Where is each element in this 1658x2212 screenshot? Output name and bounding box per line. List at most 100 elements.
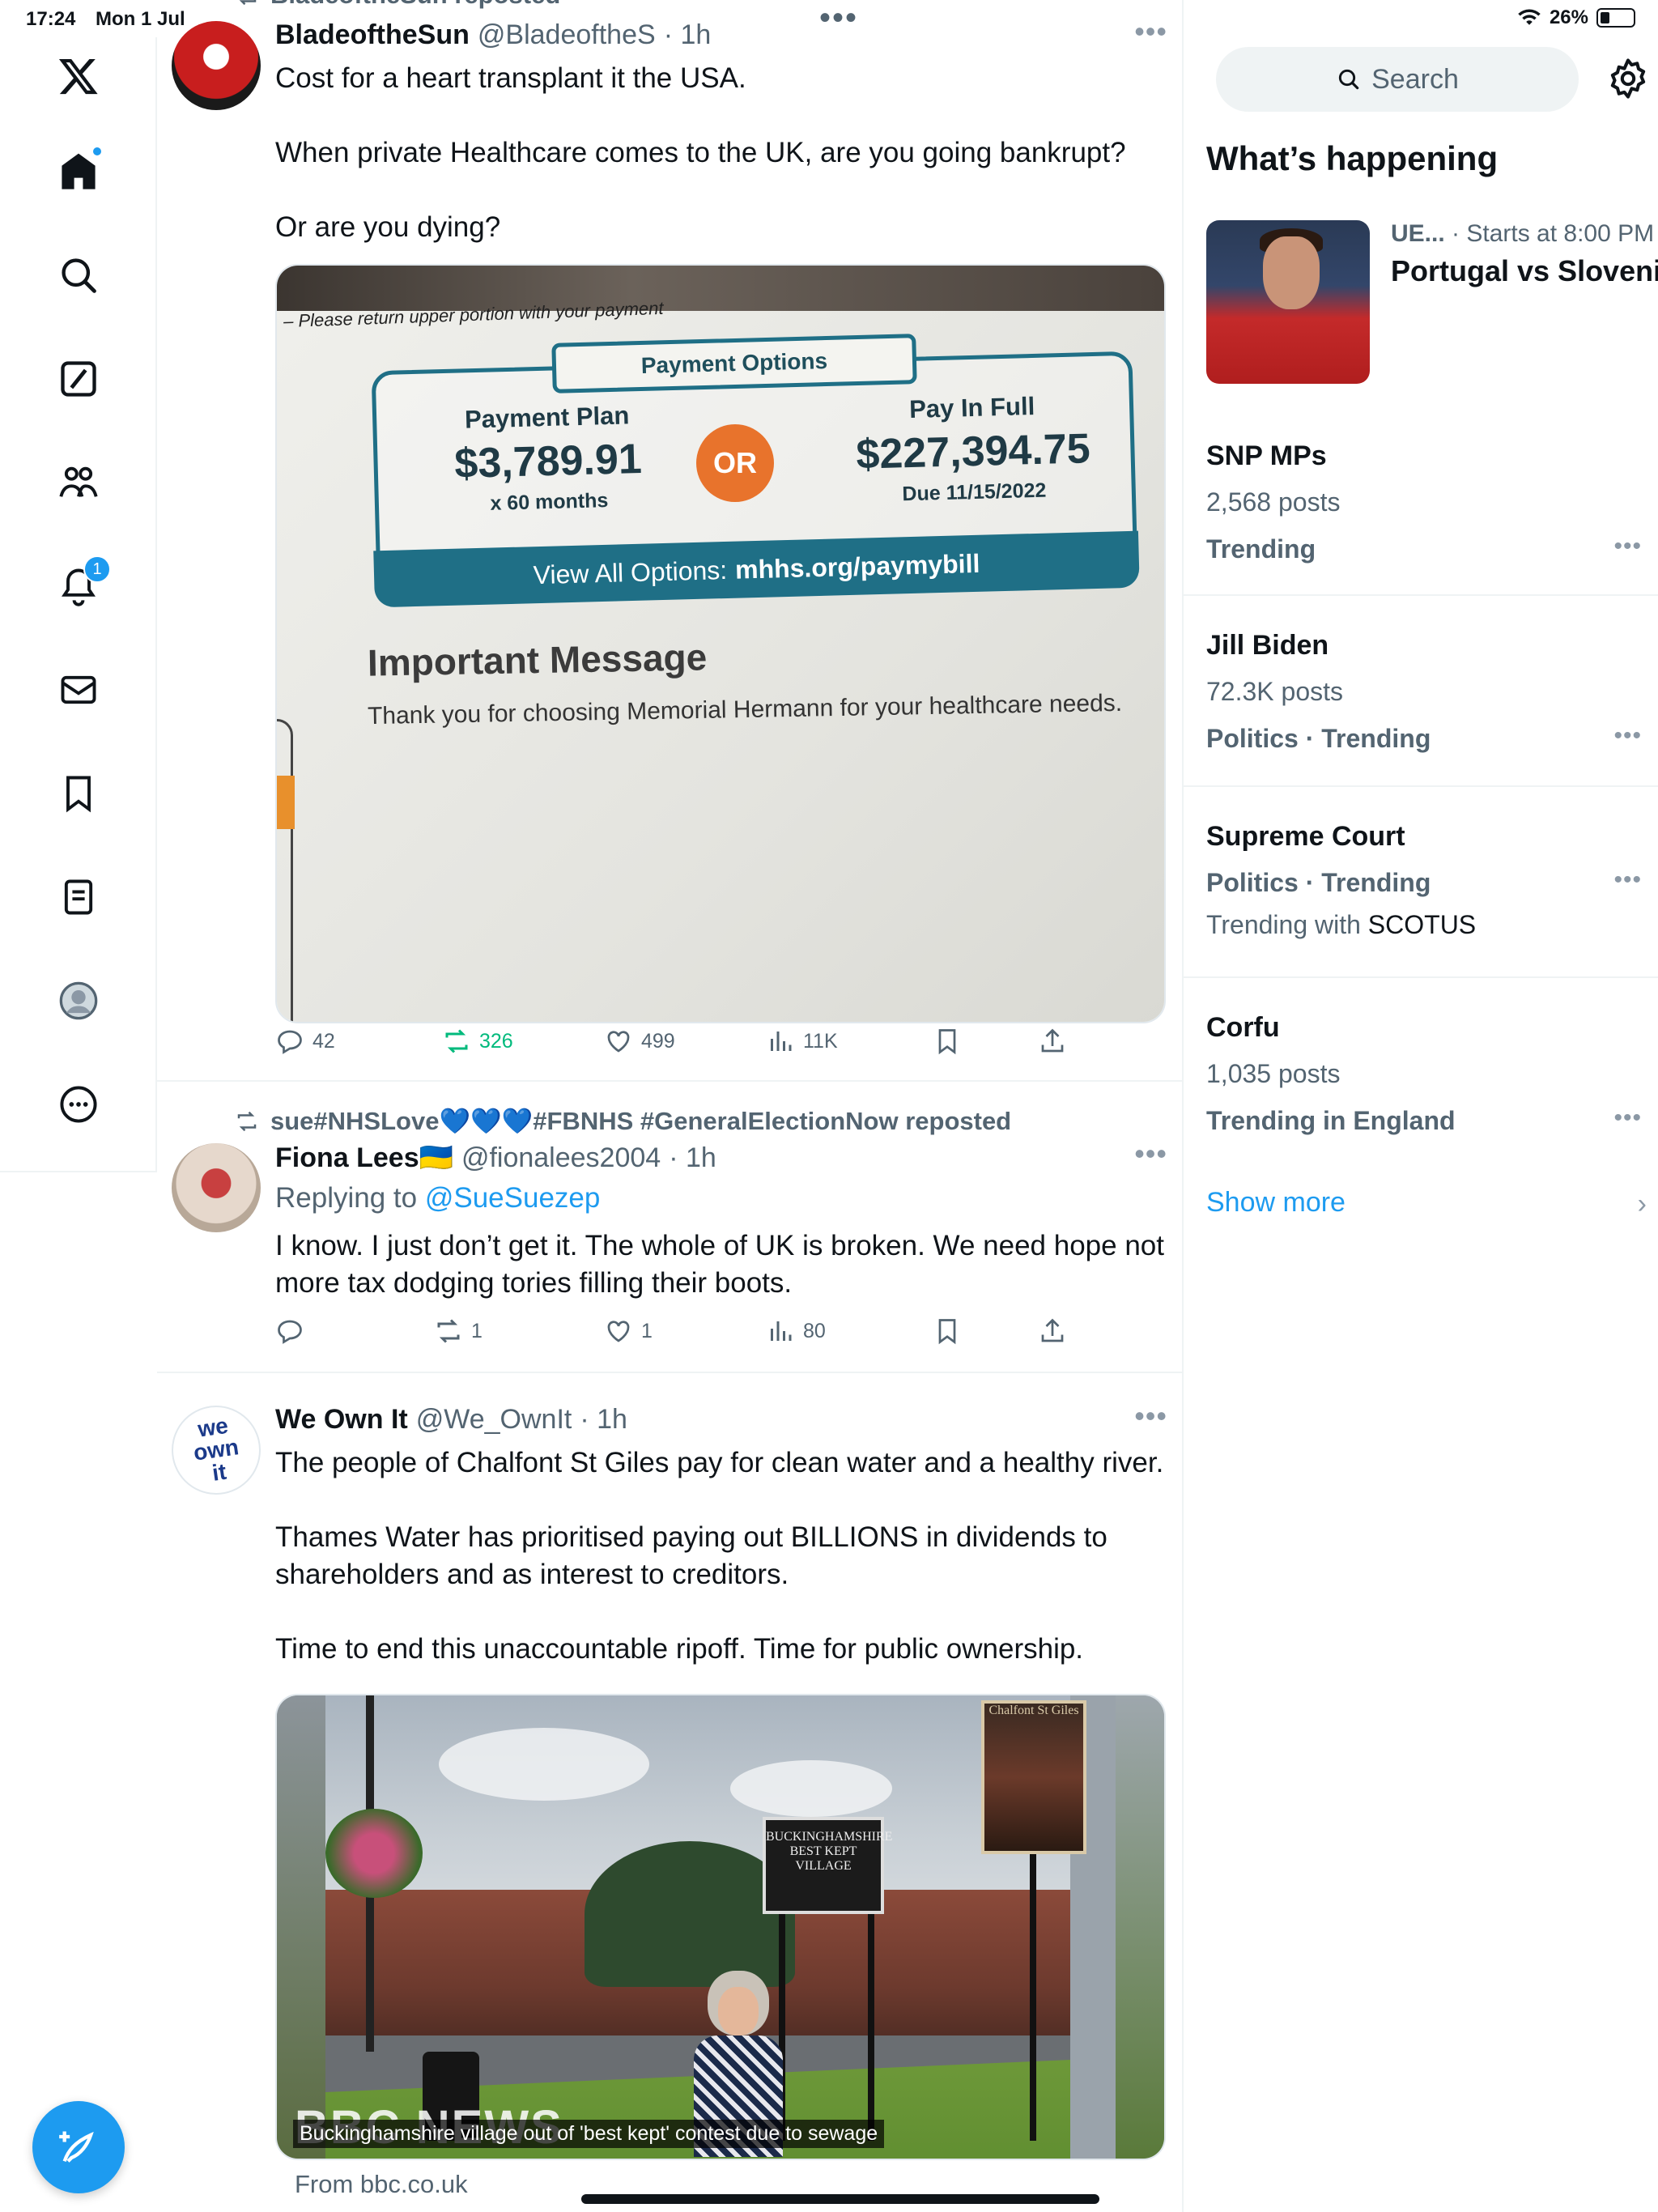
post-time: · 1h <box>580 1404 627 1435</box>
grok-nav-item[interactable] <box>46 347 111 411</box>
share-button[interactable] <box>1038 1027 1067 1056</box>
timeline: BladeoftheSun reposted BladeoftheSun @Bl… <box>157 0 1184 2212</box>
share-button[interactable] <box>1038 1317 1067 1346</box>
link-card-image[interactable]: BUCKINGHAMSHIRE BEST KEPT VILLAGE Chalfo… <box>275 1694 1166 2160</box>
replying-to: Replying to @SueSuezep <box>275 1182 600 1214</box>
village-sign: BUCKINGHAMSHIRE BEST KEPT VILLAGE <box>763 1817 892 1914</box>
search-placeholder: Search <box>1371 63 1459 95</box>
sign-post <box>1030 1849 1036 2141</box>
search-input[interactable]: Search <box>1216 47 1579 112</box>
more-nav-item[interactable] <box>46 1072 111 1137</box>
trend-more-icon[interactable]: ••• <box>1613 866 1642 894</box>
trend-item[interactable]: Supreme Court Politics · Trending Trendi… <box>1184 787 1658 978</box>
author-name[interactable]: We Own It <box>275 1404 408 1436</box>
compose-post-button[interactable] <box>32 2101 125 2193</box>
home-nav-item[interactable] <box>46 139 111 204</box>
bookmark-button[interactable] <box>933 1027 962 1056</box>
event-title: Portugal vs Slovenia <box>1391 254 1658 287</box>
link-card-caption: Buckinghamshire village out of 'best kep… <box>293 2120 885 2148</box>
avatar[interactable] <box>172 1143 261 1232</box>
trend-posts: 72.3K posts <box>1206 677 1343 706</box>
like-count: 499 <box>641 1029 675 1053</box>
tweet-actions: 42 326 499 11K <box>275 1027 1166 1067</box>
x-logo-icon[interactable] <box>46 44 111 108</box>
show-more-link[interactable]: Show more <box>1206 1187 1346 1219</box>
communities-nav-item[interactable] <box>46 450 111 515</box>
share-icon <box>1041 1028 1064 1053</box>
tweet-paragraph: The people of Chalfont St Giles pay for … <box>275 1447 1164 1478</box>
heart-icon <box>607 1321 630 1342</box>
thanks-message: Thank you for choosing Memorial Hermann … <box>367 689 1123 730</box>
post-time: · 1h <box>669 1142 716 1173</box>
trend-more-icon[interactable]: ••• <box>1613 1104 1642 1132</box>
home-icon <box>62 153 96 189</box>
trend-category: Politics · Trending <box>1206 868 1431 897</box>
author-handle[interactable]: @We_OwnIt <box>416 1404 572 1436</box>
face <box>718 1987 759 2035</box>
important-message-heading: Important Message <box>367 636 708 684</box>
like-button[interactable]: 499 <box>604 1027 675 1056</box>
tweet-text: Cost for a heart transplant it the USA. … <box>275 60 1166 246</box>
author-handle[interactable]: @BladeoftheS <box>478 19 656 51</box>
lists-nav-item[interactable] <box>46 865 111 929</box>
notifications-nav-item[interactable]: 1 <box>46 554 111 619</box>
views-count: 80 <box>803 1319 826 1342</box>
avatar[interactable] <box>172 21 261 110</box>
feather-plus-icon <box>59 2131 94 2163</box>
author-handle[interactable]: @fionalees2004 <box>461 1142 661 1174</box>
reply-icon <box>278 1030 302 1054</box>
link-source[interactable]: From bbc.co.uk <box>295 2170 468 2199</box>
trend-related-term: SCOTUS <box>1367 910 1477 939</box>
more-options-icon[interactable]: ••• <box>1134 1399 1167 1433</box>
author-name[interactable]: Fiona Lees🇺🇦 <box>275 1142 453 1174</box>
trend-more-icon[interactable]: ••• <box>1613 722 1642 750</box>
home-indicator[interactable] <box>581 2194 1099 2204</box>
views-button[interactable]: 80 <box>766 1317 826 1346</box>
chevron-right-icon: › <box>1637 1189 1647 1219</box>
tweet[interactable]: we own it We Own It @We_OwnIt · 1h ••• T… <box>157 1373 1182 2212</box>
like-button[interactable]: 1 <box>604 1317 653 1346</box>
author-name[interactable]: BladeoftheSun <box>275 19 470 51</box>
tweet-paragraph: I know. I just don’t get it. The whole o… <box>275 1230 1164 1299</box>
more-options-icon[interactable]: ••• <box>1134 15 1167 49</box>
repost-button[interactable]: 326 <box>442 1027 513 1056</box>
views-button[interactable]: 11K <box>766 1027 838 1056</box>
avatar[interactable]: we own it <box>172 1406 261 1495</box>
nav-divider <box>0 1171 157 1172</box>
repost-count: 326 <box>479 1029 513 1053</box>
trend-category: Trending <box>1206 534 1316 564</box>
tweet[interactable]: BladeoftheSun reposted BladeoftheSun @Bl… <box>157 0 1182 1082</box>
cloud <box>439 1728 649 1801</box>
trend-item[interactable]: SNP MPs 2,568 posts Trending ••• <box>1184 405 1658 596</box>
profile-nav-item[interactable] <box>46 968 111 1033</box>
event-image <box>1206 220 1370 384</box>
reply-button[interactable] <box>275 1317 312 1346</box>
messages-nav-item[interactable] <box>46 657 111 722</box>
bookmarks-nav-item[interactable] <box>46 761 111 826</box>
post-time: · 1h <box>663 19 712 50</box>
photo-blur-right <box>1116 1695 1164 2159</box>
repost-icon <box>239 0 257 6</box>
event-meta: UE... · Starts at 8:00 PM <box>1391 220 1654 248</box>
trend-item[interactable]: Jill Biden 72.3K posts Politics · Trendi… <box>1184 596 1658 787</box>
explore-nav-item[interactable] <box>46 243 111 308</box>
settings-gear-icon[interactable] <box>1606 57 1650 100</box>
tweet-header: Fiona Lees🇺🇦 @fionalees2004 · 1h <box>275 1142 716 1174</box>
replying-to-handle[interactable]: @SueSuezep <box>425 1182 601 1214</box>
heart-icon <box>607 1031 630 1053</box>
tweet-text: The people of Chalfont St Giles pay for … <box>275 1444 1166 1668</box>
pay-in-full: Pay In Full $227,394.75 Due 11/15/2022 <box>826 389 1120 508</box>
replying-to-prefix: Replying to <box>275 1182 418 1214</box>
share-icon <box>1041 1318 1064 1342</box>
more-circle-icon <box>60 1086 97 1123</box>
trend-more-icon[interactable]: ••• <box>1613 533 1642 560</box>
trending-event[interactable]: UE... · Starts at 8:00 PM Portugal vs Sl… <box>1206 220 1658 384</box>
bookmark-button[interactable] <box>933 1317 962 1346</box>
more-options-icon[interactable]: ••• <box>1134 1137 1167 1171</box>
repost-button[interactable]: 1 <box>434 1317 483 1346</box>
reply-button[interactable]: 42 <box>275 1027 335 1056</box>
tweet[interactable]: sue#NHSLove💙💙💙#FBNHS #GeneralElectionNow… <box>157 1082 1182 1373</box>
trend-item[interactable]: Corfu 1,035 posts Trending in England ••… <box>1184 978 1658 1148</box>
tweet-paragraph: Cost for a heart transplant it the USA. <box>275 62 746 94</box>
tweet-image[interactable]: – Please return upper portion with your … <box>275 264 1166 1023</box>
